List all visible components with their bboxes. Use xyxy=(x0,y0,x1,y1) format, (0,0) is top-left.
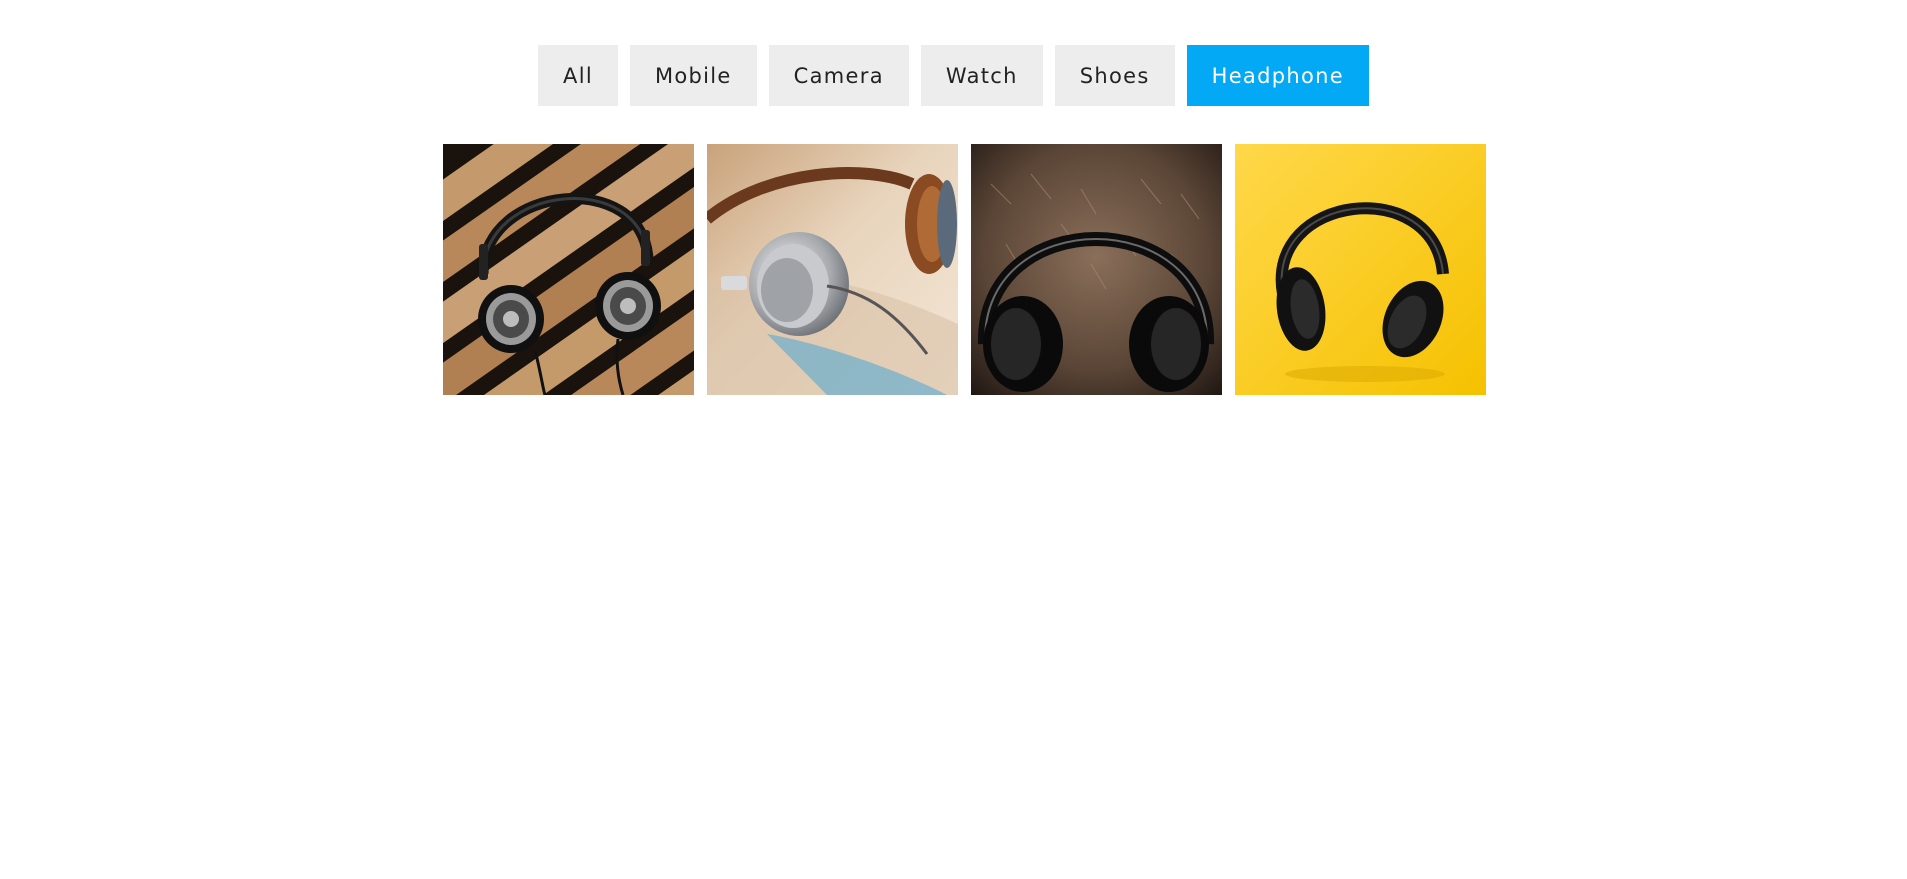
filter-button-shoes[interactable]: Shoes xyxy=(1054,45,1175,106)
filter-button-all[interactable]: All xyxy=(538,45,618,106)
category-filter-bar: All Mobile Camera Watch Shoes Headphone xyxy=(0,45,1907,106)
gallery-item-headphone-silver[interactable] xyxy=(707,144,958,395)
filter-button-headphone[interactable]: Headphone xyxy=(1186,45,1369,106)
headphone-yellow-photo xyxy=(1235,144,1486,395)
headphone-fur-photo xyxy=(971,144,1222,395)
filter-button-mobile[interactable]: Mobile xyxy=(629,45,757,106)
headphone-silver-photo xyxy=(707,144,958,395)
gallery-item-headphone-wood[interactable] xyxy=(443,144,694,395)
filter-button-watch[interactable]: Watch xyxy=(920,45,1043,106)
product-gallery xyxy=(443,144,1486,395)
headphone-wood-photo xyxy=(443,144,694,395)
filter-button-camera[interactable]: Camera xyxy=(768,45,909,106)
gallery-item-headphone-yellow[interactable] xyxy=(1235,144,1486,395)
gallery-item-headphone-fur[interactable] xyxy=(971,144,1222,395)
